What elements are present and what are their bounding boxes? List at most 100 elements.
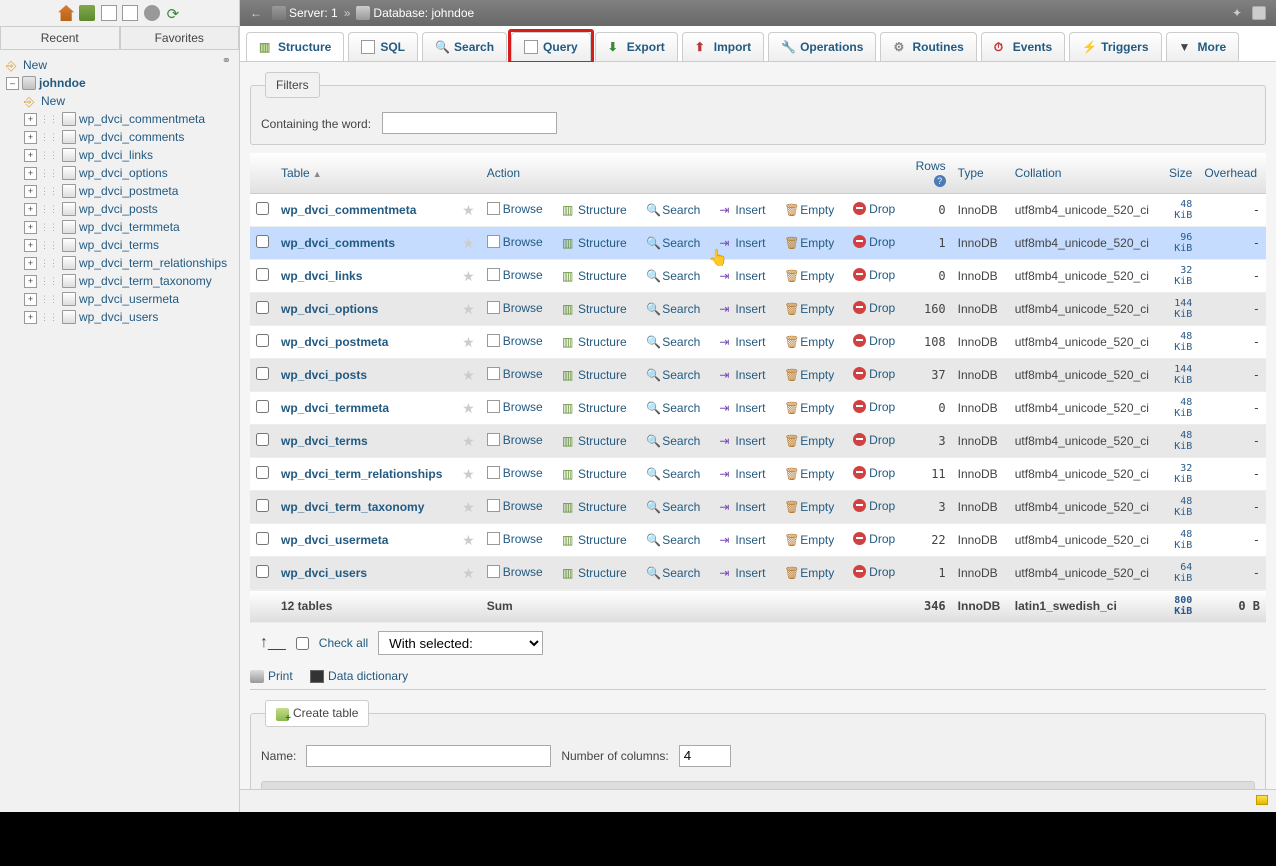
browse-link[interactable]: Browse [487,499,543,513]
tab-more[interactable]: ▼More [1166,32,1240,61]
bc-db-value[interactable]: johndoe [431,6,474,20]
col-type[interactable]: Type [952,153,1009,194]
browse-link[interactable]: Browse [487,532,543,546]
drop-link[interactable]: Drop [853,433,895,447]
drop-link[interactable]: Drop [853,268,895,282]
search-link[interactable]: 🔍Search [646,368,700,382]
row-checkbox[interactable] [256,433,269,446]
expander-icon[interactable]: + [24,275,37,288]
row-checkbox[interactable] [256,334,269,347]
browse-link[interactable]: Browse [487,565,543,579]
expander-icon[interactable]: – [6,77,19,90]
structure-link[interactable]: ▥Structure [562,434,627,448]
row-checkbox[interactable] [256,466,269,479]
browse-link[interactable]: Browse [487,433,543,447]
favorite-icon[interactable]: ★ [462,334,475,350]
drop-link[interactable]: Drop [853,532,895,546]
browse-link[interactable]: Browse [487,235,543,249]
print-link[interactable]: Print [250,669,293,683]
tree-table-item[interactable]: +⋮⋮wp_dvci_postmeta [4,182,235,200]
filter-input[interactable] [382,112,557,134]
sidebar-tab-favorites[interactable]: Favorites [120,26,240,49]
expander-icon[interactable]: + [24,293,37,306]
favorite-icon[interactable]: ★ [462,499,475,515]
drop-link[interactable]: Drop [853,301,895,315]
pageinfo-icon[interactable] [1252,6,1266,20]
structure-link[interactable]: ▥Structure [562,302,627,316]
browse-link[interactable]: Browse [487,367,543,381]
browse-link[interactable]: Browse [487,268,543,282]
structure-link[interactable]: ▥Structure [562,500,627,514]
tab-search[interactable]: 🔍Search [422,32,507,61]
drop-link[interactable]: Drop [853,367,895,381]
search-link[interactable]: 🔍Search [646,302,700,316]
expander-icon[interactable]: + [24,131,37,144]
insert-link[interactable]: ⇥Insert [719,533,765,547]
favorite-icon[interactable]: ★ [462,433,475,449]
insert-link[interactable]: ⇥Insert [719,269,765,283]
console-icon[interactable] [1256,795,1268,805]
col-overhead[interactable]: Overhead [1198,153,1266,194]
empty-link[interactable]: 🗑Empty [784,335,834,349]
browse-link[interactable]: Browse [487,202,543,216]
tree-table-item[interactable]: +⋮⋮wp_dvci_usermeta [4,290,235,308]
empty-link[interactable]: 🗑Empty [784,302,834,316]
settings-icon[interactable] [144,5,160,21]
sidebar-tab-recent[interactable]: Recent [0,26,120,49]
reload-icon[interactable]: ⟳ [165,5,181,21]
search-link[interactable]: 🔍Search [646,533,700,547]
tab-query[interactable]: Query [511,32,591,61]
browse-link[interactable]: Browse [487,400,543,414]
tab-operations[interactable]: 🔧Operations [768,32,876,61]
empty-link[interactable]: 🗑Empty [784,566,834,580]
data-dictionary-link[interactable]: Data dictionary [310,669,408,683]
insert-link[interactable]: ⇥Insert [719,401,765,415]
expander-icon[interactable]: + [24,149,37,162]
tab-sql[interactable]: SQL [348,32,418,61]
tree-table-item[interactable]: +⋮⋮wp_dvci_comments [4,128,235,146]
browse-link[interactable]: Browse [487,466,543,480]
home-icon[interactable] [58,5,74,21]
structure-link[interactable]: ▥Structure [562,203,627,217]
structure-link[interactable]: ▥Structure [562,467,627,481]
tab-structure[interactable]: ▥Structure [246,32,344,61]
browse-link[interactable]: Browse [487,301,543,315]
tree-table-item[interactable]: +⋮⋮wp_dvci_termmeta [4,218,235,236]
insert-link[interactable]: ⇥Insert [719,335,765,349]
table-name-link[interactable]: wp_dvci_users [281,566,367,580]
search-link[interactable]: 🔍Search [646,203,700,217]
insert-link[interactable]: ⇥Insert [719,434,765,448]
table-name-link[interactable]: wp_dvci_terms [281,434,368,448]
structure-link[interactable]: ▥Structure [562,236,627,250]
insert-link[interactable]: ⇥Insert [719,302,765,316]
col-collation[interactable]: Collation [1009,153,1162,194]
check-all-checkbox[interactable] [296,637,309,650]
tree-table-item[interactable]: +⋮⋮wp_dvci_terms [4,236,235,254]
expander-icon[interactable]: + [24,167,37,180]
empty-link[interactable]: 🗑Empty [784,236,834,250]
structure-link[interactable]: ▥Structure [562,533,627,547]
insert-link[interactable]: ⇥Insert [719,368,765,382]
table-name-link[interactable]: wp_dvci_posts [281,368,367,382]
empty-link[interactable]: 🗑Empty [784,401,834,415]
drop-link[interactable]: Drop [853,334,895,348]
favorite-icon[interactable]: ✦ [1232,6,1246,20]
search-link[interactable]: 🔍Search [646,269,700,283]
favorite-icon[interactable]: ★ [462,400,475,416]
table-name-link[interactable]: wp_dvci_usermeta [281,533,388,547]
insert-link[interactable]: ⇥Insert [719,566,765,580]
tree-table-item[interactable]: +⋮⋮wp_dvci_options [4,164,235,182]
expander-icon[interactable]: + [24,203,37,216]
search-link[interactable]: 🔍Search [646,500,700,514]
empty-link[interactable]: 🗑Empty [784,203,834,217]
tab-events[interactable]: ⏱Events [981,32,1065,61]
drop-link[interactable]: Drop [853,499,895,513]
with-selected-select[interactable]: With selected: [378,631,543,655]
row-checkbox[interactable] [256,301,269,314]
expander-icon[interactable]: + [24,257,37,270]
favorite-icon[interactable]: ★ [462,202,475,218]
empty-link[interactable]: 🗑Empty [784,533,834,547]
empty-link[interactable]: 🗑Empty [784,500,834,514]
browse-link[interactable]: Browse [487,334,543,348]
expander-icon[interactable]: + [24,221,37,234]
